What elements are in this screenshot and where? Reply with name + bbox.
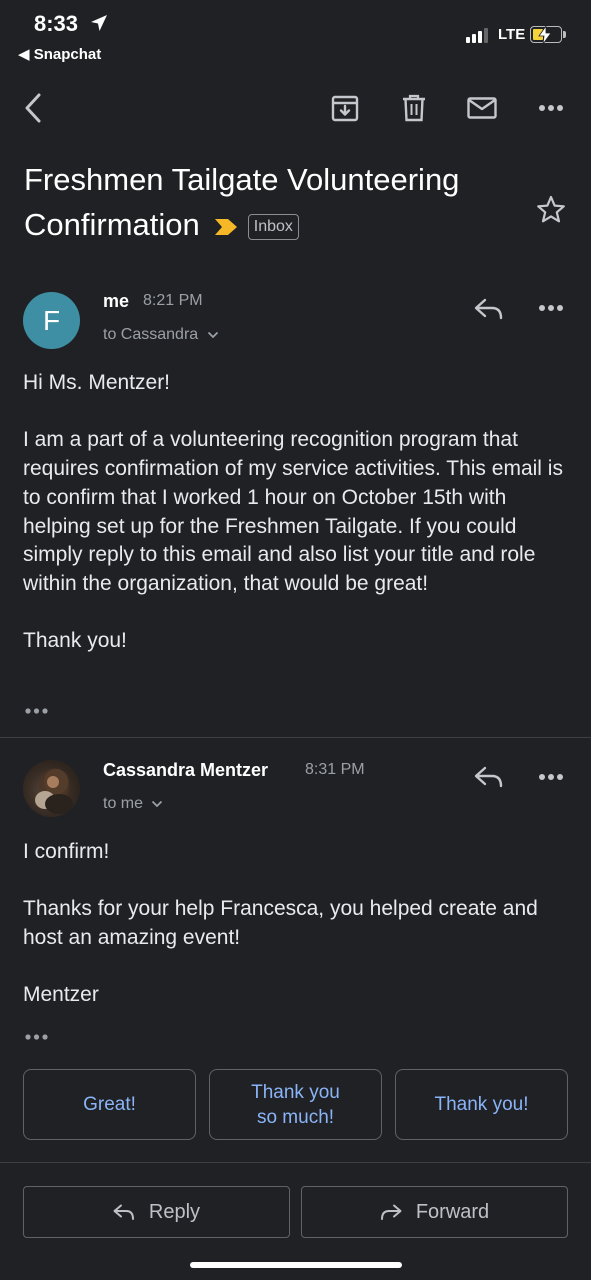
important-marker-icon[interactable]	[214, 218, 238, 236]
battery-tip	[563, 31, 566, 38]
status-time: 8:33	[34, 11, 79, 36]
body-paragraph: Mentzer	[23, 983, 99, 1007]
smart-reply-chip[interactable]: Great!	[23, 1069, 196, 1140]
avatar[interactable]: F	[23, 292, 80, 349]
message-divider	[0, 737, 591, 738]
avatar-photo	[35, 768, 73, 814]
trash-icon[interactable]	[402, 94, 426, 122]
forward-label: Forward	[415, 1200, 490, 1223]
body-paragraph: Thank you!	[23, 629, 127, 653]
show-trimmed-icon[interactable]	[24, 1033, 50, 1041]
recipients-text: to me	[103, 795, 144, 812]
reply-label: Reply	[148, 1200, 201, 1223]
forward-icon	[380, 1204, 402, 1220]
message-more-icon[interactable]	[538, 773, 564, 781]
recipients-text: to Cassandra	[103, 326, 199, 343]
star-icon[interactable]	[536, 195, 566, 223]
smart-reply-chip[interactable]: Thank you so much!	[209, 1069, 382, 1140]
archive-icon[interactable]	[331, 94, 359, 122]
home-indicator[interactable]	[190, 1262, 402, 1268]
avatar[interactable]	[23, 760, 80, 817]
reply-icon[interactable]	[474, 766, 504, 788]
reply-icon[interactable]	[474, 298, 504, 320]
chevron-down-icon	[207, 331, 218, 339]
body-paragraph: Hi Ms. Mentzer!	[23, 371, 171, 394]
more-horizontal-icon[interactable]	[538, 104, 564, 112]
sender-name: Cassandra Mentzer	[103, 760, 269, 780]
body-paragraph: I confirm!	[23, 840, 110, 863]
mail-icon[interactable]	[467, 97, 497, 119]
message-time: 8:21 PM	[143, 292, 203, 309]
network-type: LTE	[498, 26, 526, 43]
message-more-icon[interactable]	[538, 304, 564, 312]
email-subject: Freshmen Tailgate Volunteering Confirmat…	[24, 157, 494, 247]
back-to-app-link[interactable]: ◀ Snapchat	[18, 45, 101, 63]
sender-name: me	[103, 291, 130, 311]
location-arrow-icon	[91, 15, 107, 31]
message-body: Hi Ms. Mentzer! I am a part of a volunte…	[23, 369, 568, 656]
forward-button[interactable]: Forward	[301, 1186, 568, 1238]
charging-bolt-icon	[538, 26, 552, 44]
recipients-toggle[interactable]: to Cassandra	[103, 326, 219, 344]
recipients-toggle[interactable]: to me	[103, 795, 163, 813]
reply-button[interactable]: Reply	[23, 1186, 290, 1238]
actions-divider	[0, 1162, 591, 1163]
smart-reply-chip[interactable]: Thank you!	[395, 1069, 568, 1140]
reply-icon	[113, 1204, 134, 1220]
inbox-label[interactable]: Inbox	[247, 213, 299, 240]
back-arrow-icon[interactable]	[22, 92, 44, 124]
message-time: 8:31 PM	[305, 761, 365, 778]
show-trimmed-icon[interactable]	[24, 707, 50, 715]
body-paragraph: Thanks for your help Francesca, you help…	[23, 897, 538, 950]
message-body: I confirm! Thanks for your help Francesc…	[23, 838, 568, 1010]
chevron-down-icon	[152, 800, 163, 808]
signal-strength-icon	[466, 28, 488, 43]
subject-title: Freshmen Tailgate Volunteering Confirmat…	[24, 162, 460, 242]
body-paragraph: I am a part of a volunteering recognitio…	[23, 428, 563, 595]
